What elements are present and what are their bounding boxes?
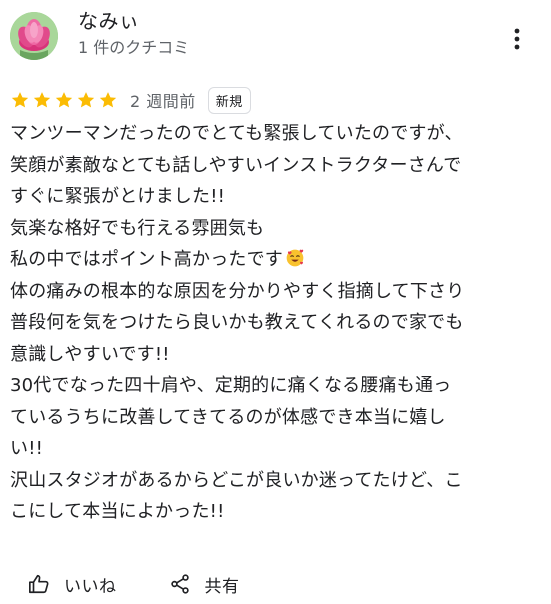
more-options-button[interactable] <box>503 22 531 56</box>
star-icon <box>11 92 29 108</box>
review-line: 体の痛みの根本的な原因を分かりやすく指摘して下さり <box>10 280 465 302</box>
author-info[interactable]: なみぃ 1 件のクチコミ <box>78 8 189 58</box>
share-icon <box>170 574 189 594</box>
author-review-count: 1 件のクチコミ <box>78 38 190 57</box>
new-badge: 新規 <box>207 86 251 114</box>
review-line: こにして本当によかった!! <box>10 501 225 522</box>
avatar[interactable] <box>10 12 58 60</box>
review-line: 沢山スタジオがあるからどこが良いか迷ってたけど、こ <box>10 469 463 491</box>
review-text: マンツーマンだったのでとても緊張していたのですが、 笑顔が素敵なとても話しやすい… <box>10 118 540 528</box>
review-time-ago: 2 週間前 <box>130 92 196 111</box>
review-line: 意識しやすいです!! <box>10 343 170 365</box>
star-icon <box>55 92 73 108</box>
rating-row: 2 週間前 新規 <box>10 86 251 114</box>
face-with-hearts-emoji-icon <box>286 249 304 267</box>
review-line: 30代でなった四十肩や、定期的に痛くなる腰痛も通っ <box>10 375 452 396</box>
star-rating <box>10 90 118 110</box>
review-header: なみぃ 1 件のクチコミ <box>10 8 541 64</box>
thumb-up-icon <box>29 574 49 594</box>
more-vert-icon <box>514 28 520 50</box>
star-icon <box>99 92 117 108</box>
review-actions: いいね 共有 <box>28 566 240 602</box>
review-line: 私の中ではポイント高かったです <box>10 249 283 270</box>
pink-flower-avatar-icon <box>10 12 58 60</box>
share-button[interactable]: 共有 <box>169 572 240 597</box>
review-line: すぐに緊張がとけました!! <box>10 186 226 207</box>
star-icon <box>33 92 51 108</box>
review-line-with-emoji: 私の中ではポイント高かったです <box>10 244 540 276</box>
review-line: 普段何を気をつけたら良いかも教えてくれるので家でも <box>10 312 464 333</box>
review-line: ているうちに改善してきてるのが体感でき本当に嬉し <box>10 406 446 428</box>
review-line: 気楽な格好でも行える雰囲気も <box>10 217 265 239</box>
like-button[interactable]: いいね <box>28 572 117 597</box>
share-label: 共有 <box>204 576 240 597</box>
author-name[interactable]: なみぃ <box>78 8 189 34</box>
star-icon <box>77 92 95 108</box>
review-line: マンツーマンだったのでとても緊張していたのですが、 <box>10 123 463 144</box>
review-line: い!! <box>10 438 44 459</box>
review-line: 笑顔が素敵なとても話しやすいインストラクターさんで <box>10 154 462 176</box>
like-label: いいね <box>64 576 117 597</box>
